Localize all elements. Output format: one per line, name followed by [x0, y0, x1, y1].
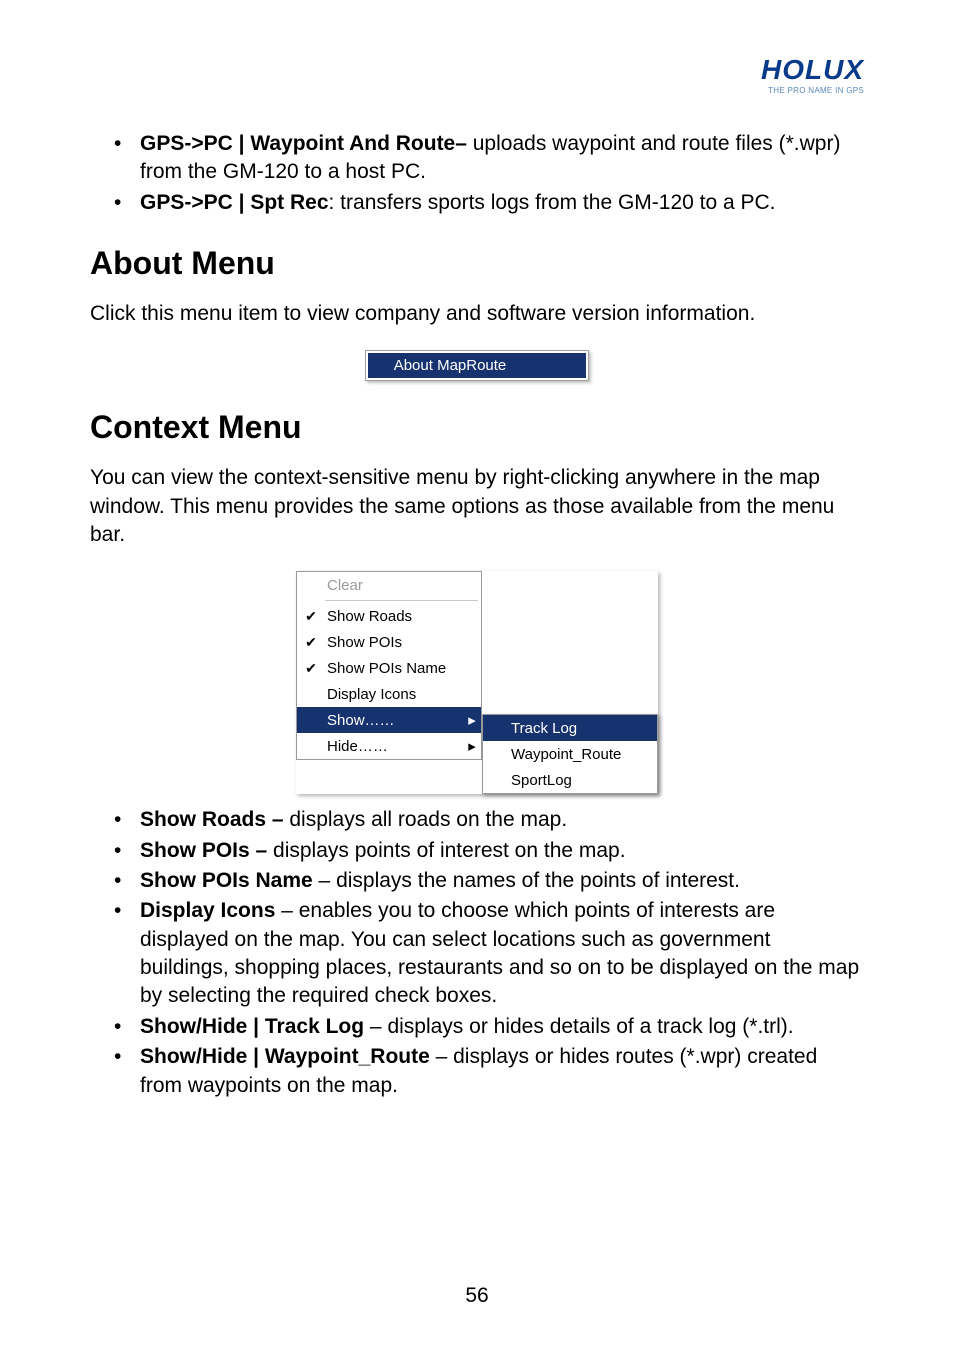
list-item: GPS->PC | Waypoint And Route– uploads wa… — [140, 130, 864, 187]
about-menu-heading: About Menu — [90, 245, 864, 282]
list-item: Show Roads – displays all roads on the m… — [140, 806, 864, 834]
menu-item-show-pois[interactable]: ✔ Show POIs — [297, 629, 481, 655]
item-strong: GPS->PC | Spt Rec — [140, 191, 329, 214]
context-menu-screenshot: Clear ✔ Show Roads ✔ Show POIs ✔ Show PO… — [296, 571, 658, 794]
item-strong: Show POIs – — [140, 839, 267, 862]
item-strong: Display Icons — [140, 899, 275, 922]
menu-label: Show Roads — [325, 608, 481, 625]
item-rest: displays all roads on the map. — [284, 808, 568, 831]
list-item: Show/Hide | Waypoint_Route – displays or… — [140, 1043, 864, 1100]
list-item: Show POIs Name – displays the names of t… — [140, 867, 864, 895]
check-icon: ✔ — [297, 660, 325, 677]
brand-tagline: THE PRO NAME IN GPS — [761, 86, 864, 95]
top-bullet-list: GPS->PC | Waypoint And Route– uploads wa… — [90, 130, 864, 217]
about-maproute-menu-item[interactable]: About MapRoute — [368, 353, 587, 378]
item-rest: – displays the names of the points of in… — [313, 869, 740, 892]
context-menu-paragraph: You can view the context-sensitive menu … — [90, 464, 864, 549]
menu-item-clear: Clear — [297, 572, 481, 598]
about-menu-paragraph: Click this menu item to view company and… — [90, 300, 864, 328]
item-strong: Show/Hide | Waypoint_Route — [140, 1045, 430, 1068]
item-strong: Show POIs Name — [140, 869, 313, 892]
list-item: GPS->PC | Spt Rec: transfers sports logs… — [140, 189, 864, 217]
menu-label: Clear — [325, 577, 481, 594]
context-menu-heading: Context Menu — [90, 409, 864, 446]
menu-item-show-roads[interactable]: ✔ Show Roads — [297, 603, 481, 629]
context-bullet-list: Show Roads – displays all roads on the m… — [90, 806, 864, 1099]
context-menu-panel: Clear ✔ Show Roads ✔ Show POIs ✔ Show PO… — [296, 571, 482, 760]
submenu-arrow-icon: ▸ — [463, 737, 481, 755]
item-strong: GPS->PC | Waypoint And Route– — [140, 132, 467, 155]
page-number: 56 — [0, 1284, 954, 1308]
menu-item-display-icons[interactable]: Display Icons — [297, 681, 481, 707]
submenu-arrow-icon: ▸ — [463, 711, 481, 729]
menu-label: Show…… — [325, 712, 463, 729]
menu-label: Show POIs Name — [325, 660, 481, 677]
list-item: Show POIs – displays points of interest … — [140, 837, 864, 865]
item-rest: – displays or hides details of a track l… — [364, 1015, 794, 1038]
menu-label: Show POIs — [325, 634, 481, 651]
list-item: Display Icons – enables you to choose wh… — [140, 897, 864, 1010]
list-item: Show/Hide | Track Log – displays or hide… — [140, 1013, 864, 1041]
brand-name: HOLUX — [761, 54, 864, 86]
menu-label: Display Icons — [325, 686, 481, 703]
item-strong: Show/Hide | Track Log — [140, 1015, 364, 1038]
submenu-label: Track Log — [511, 720, 657, 737]
item-rest: : transfers sports logs from the GM-120 … — [329, 191, 776, 214]
item-strong: Show Roads – — [140, 808, 284, 831]
menu-label: Hide…… — [325, 738, 463, 755]
submenu-item-waypoint-route[interactable]: Waypoint_Route — [483, 741, 657, 767]
submenu-label: SportLog — [511, 772, 657, 789]
submenu-label: Waypoint_Route — [511, 746, 657, 763]
context-submenu-panel: Track Log Waypoint_Route SportLog — [482, 714, 658, 794]
menu-item-show-pois-name[interactable]: ✔ Show POIs Name — [297, 655, 481, 681]
check-icon: ✔ — [297, 608, 325, 625]
submenu-item-sportlog[interactable]: SportLog — [483, 767, 657, 793]
check-icon: ✔ — [297, 634, 325, 651]
submenu-item-track-log[interactable]: Track Log — [483, 715, 657, 741]
brand-logo: HOLUX THE PRO NAME IN GPS — [761, 54, 864, 95]
menu-item-hide-submenu[interactable]: Hide…… ▸ — [297, 733, 481, 759]
menu-separator — [325, 600, 478, 601]
about-menu-screenshot: About MapRoute — [365, 350, 590, 381]
menu-item-show-submenu[interactable]: Show…… ▸ — [297, 707, 481, 733]
item-rest: displays points of interest on the map. — [267, 839, 625, 862]
